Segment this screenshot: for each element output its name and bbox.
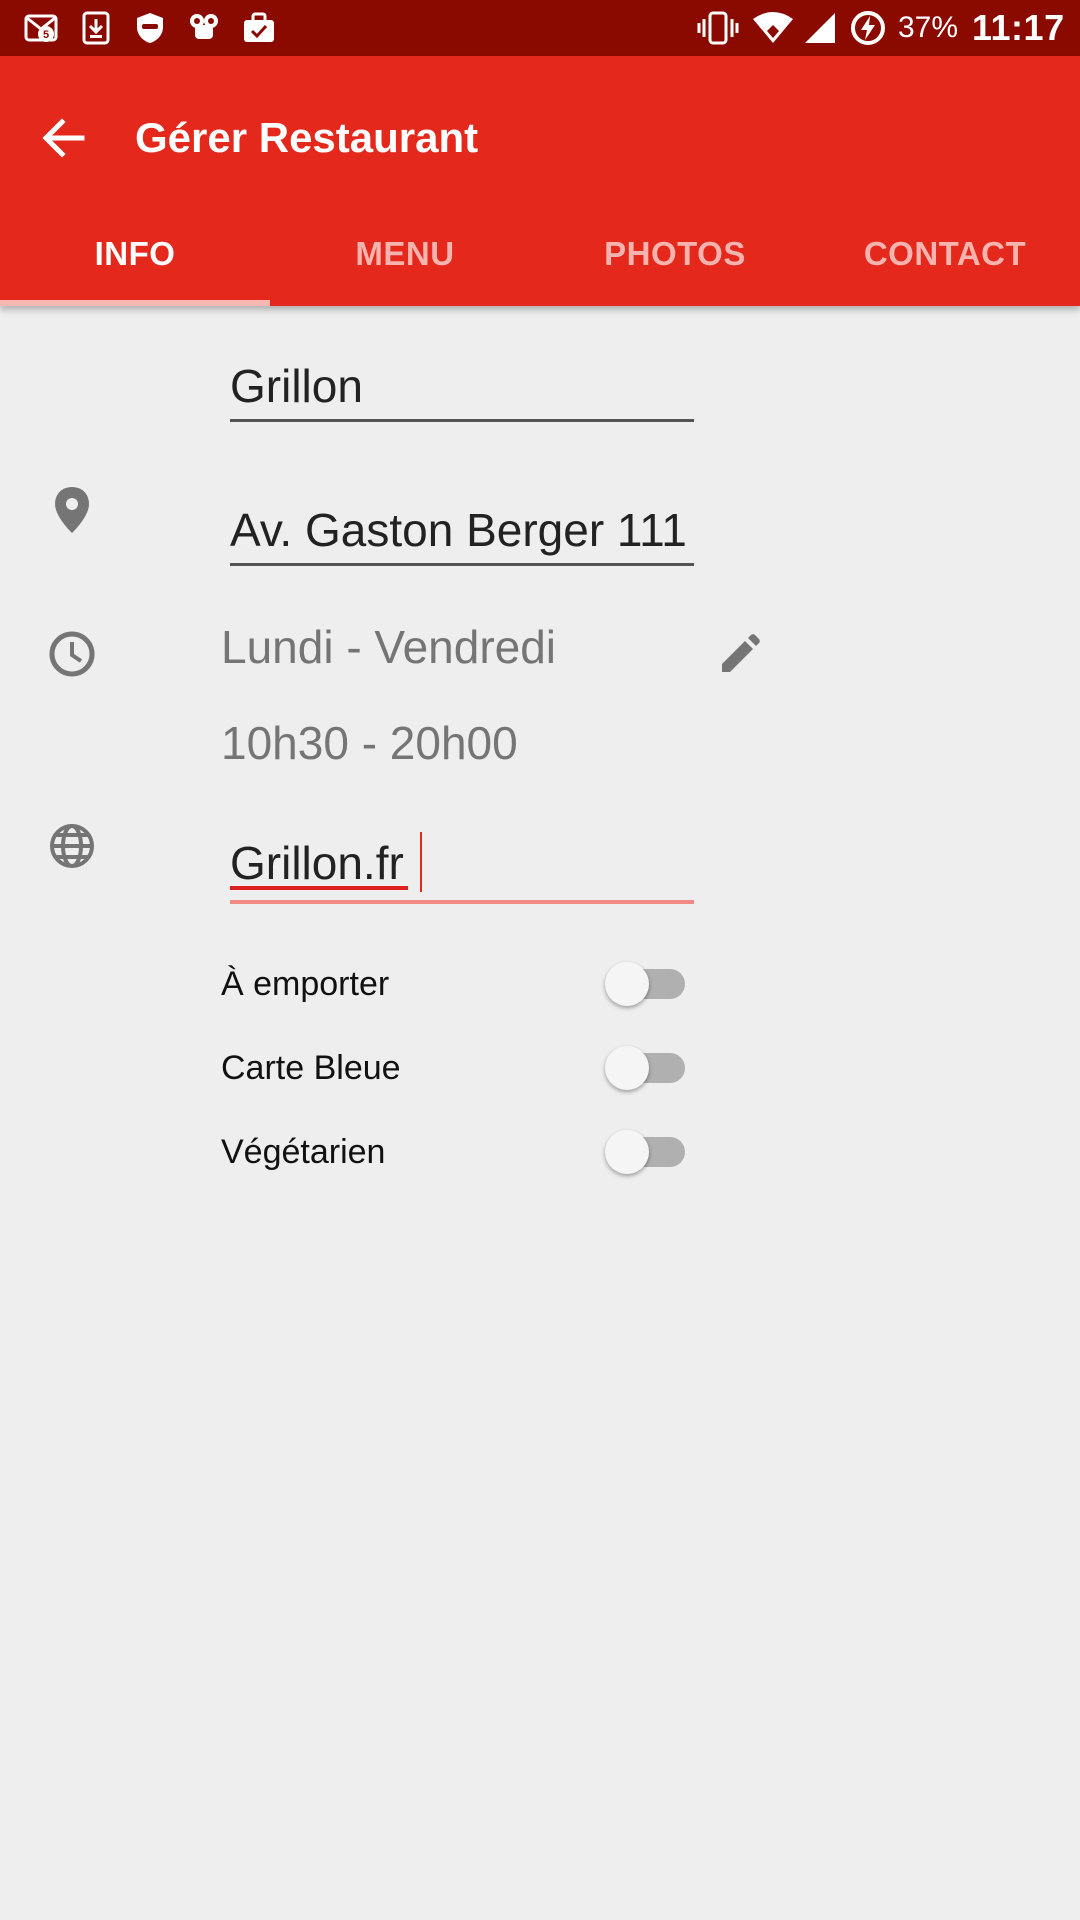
switch-thumb [605,962,649,1006]
option-label: À emporter [221,964,390,1003]
option-label: Végétarien [221,1132,386,1171]
restaurant-name-field[interactable]: Grillon [230,356,694,422]
switch-thumb [605,1130,649,1174]
location-pin-icon [42,480,102,540]
app-bar: Gérer Restaurant INFO MENU PHOTOS CONTAC… [0,56,1080,306]
arrow-back-icon [42,118,85,158]
website-input[interactable]: Grillon.fr [230,830,694,904]
back-button[interactable] [32,106,96,170]
tab-info[interactable]: INFO [0,202,270,306]
wifi-icon [750,10,796,46]
battery-charging-icon [848,10,888,46]
text-cursor [420,832,422,892]
svg-text:5: 5 [43,29,49,41]
download-icon [78,10,114,46]
field-underline [230,419,694,422]
field-underline [230,563,694,566]
briefcase-check-icon [240,10,278,46]
tab-menu[interactable]: MENU [270,202,540,306]
option-credit-card: Carte Bleue [221,1038,691,1098]
spellcheck-underline [230,886,408,890]
opening-days: Lundi - Vendredi [221,621,557,673]
clock-icon [42,624,102,684]
field-underline-focused [230,900,694,904]
address-value: Av. Gaston Berger 111 [230,504,687,556]
address-field[interactable]: Av. Gaston Berger 111 [230,500,694,566]
vegetarian-switch[interactable] [605,1130,691,1174]
globe-icon [42,816,102,876]
robot-icon [186,10,222,46]
credit-card-switch[interactable] [605,1046,691,1090]
tab-bar: INFO MENU PHOTOS CONTACT [0,202,1080,306]
vibrate-icon [696,10,740,46]
tab-contact[interactable]: CONTACT [810,202,1080,306]
opening-hours: 10h30 - 20h00 [221,717,518,769]
option-label: Carte Bleue [221,1048,401,1087]
battery-percent: 37% [898,11,959,44]
switch-thumb [605,1046,649,1090]
tab-photos[interactable]: PHOTOS [540,202,810,306]
option-takeaway: À emporter [221,954,691,1014]
clock: 11:17 [972,7,1065,48]
mail-badge-icon: 5 [22,10,62,46]
shield-mask-icon [132,10,168,46]
cell-signal-icon [800,10,840,46]
status-bar: 5 37% 11:17 [0,0,1080,56]
takeaway-switch[interactable] [605,962,691,1006]
option-vegetarian: Végétarien [221,1122,691,1182]
page-title: Gérer Restaurant [135,114,479,161]
restaurant-name-value: Grillon [230,360,363,412]
edit-hours-icon[interactable] [710,624,770,684]
